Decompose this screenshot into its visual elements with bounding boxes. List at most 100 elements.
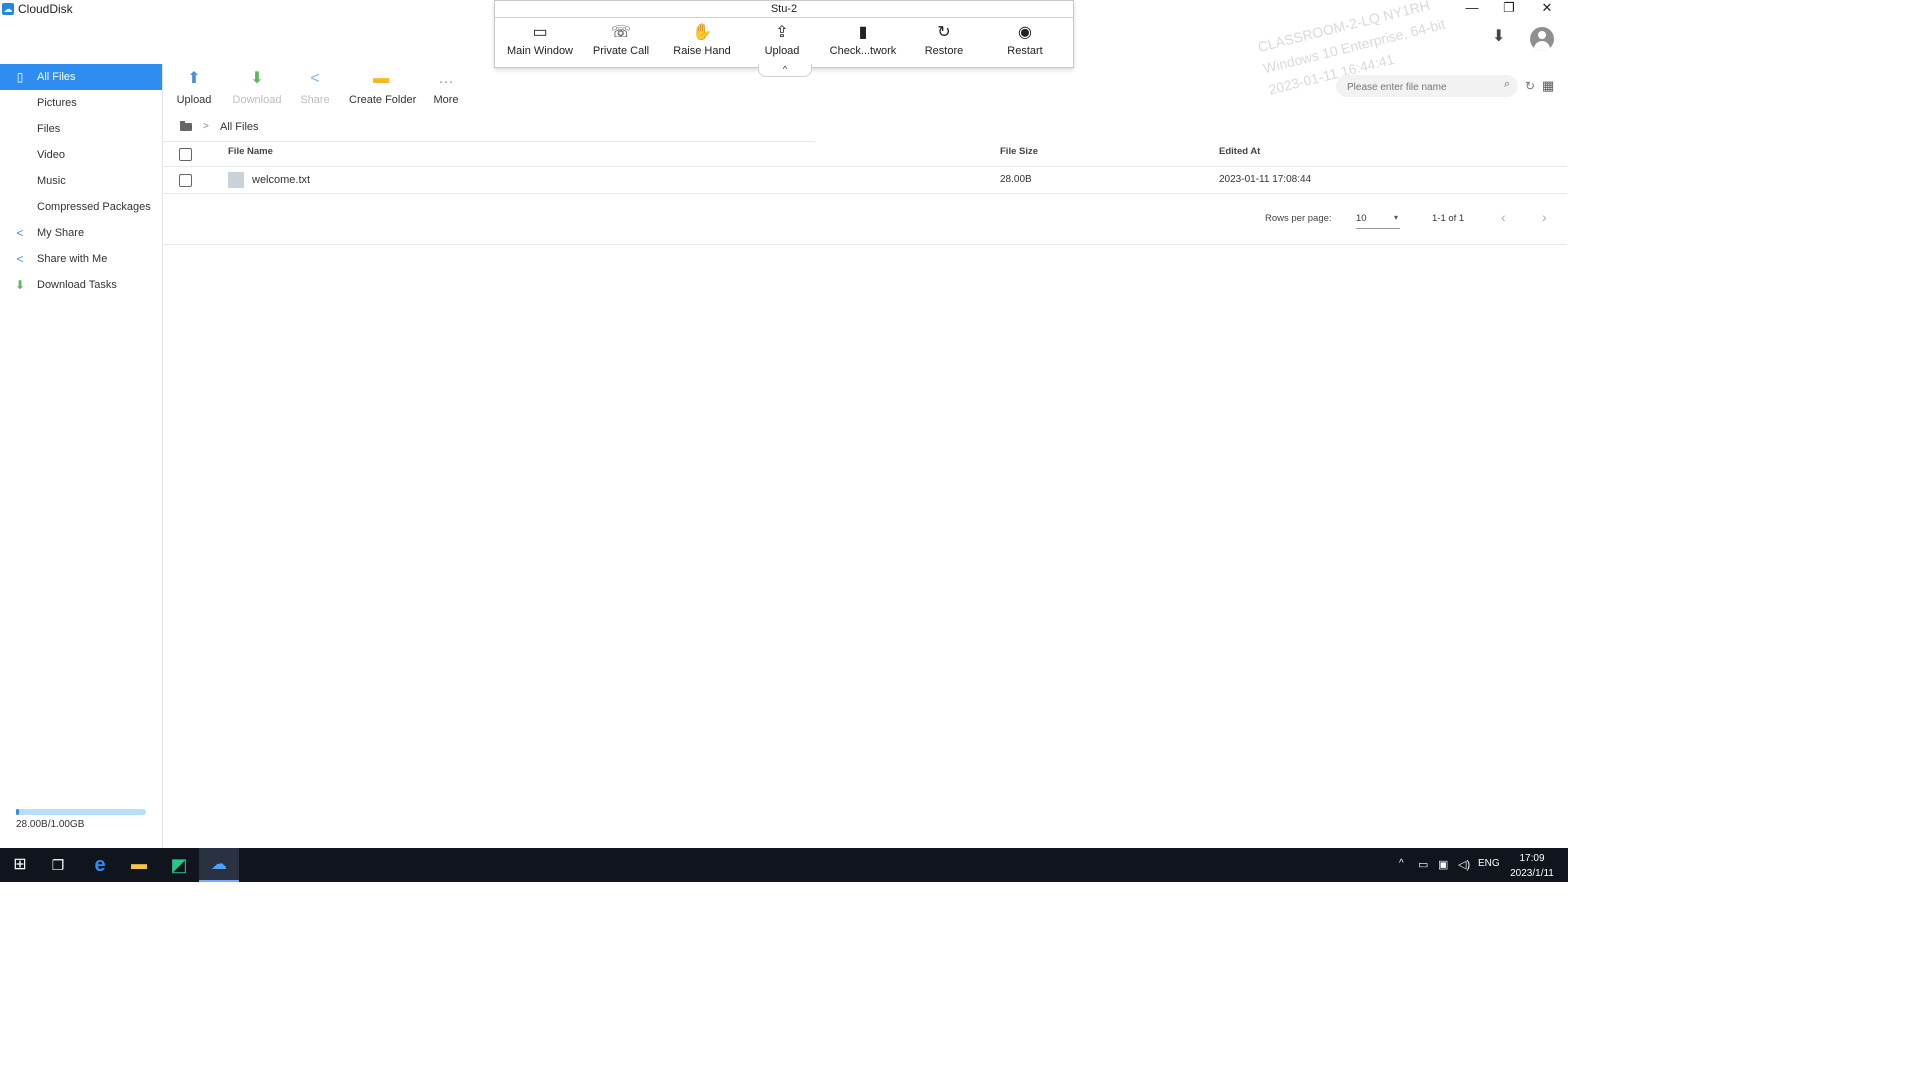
security-icon[interactable]: ▣ [1438, 858, 1448, 871]
table-row[interactable]: welcome.txt 28.00B 2023-01-11 17:08:44 [163, 167, 1567, 194]
more-dots-icon: … [438, 70, 454, 87]
sidebar-item-video[interactable]: Video [0, 142, 162, 168]
prev-page-button[interactable]: ‹ [1501, 209, 1506, 225]
main-window-button[interactable]: ▭ Main Window [500, 21, 580, 57]
sidebar-item-all-files[interactable]: ▯ All Files [0, 64, 162, 90]
window-icon: ▭ [532, 24, 548, 41]
hand-icon: ✋ [692, 24, 712, 41]
restart-label: Restart [1007, 45, 1043, 57]
sidebar-item-label: Pictures [37, 97, 77, 109]
remote-upload-button[interactable]: ⇪ Upload [742, 21, 822, 57]
document-icon: ▯ [16, 70, 24, 84]
restore-label: Restore [924, 45, 964, 57]
select-all-checkbox[interactable] [179, 148, 192, 161]
restore-button[interactable]: ❐ [1491, 0, 1527, 18]
private-call-label: Private Call [592, 45, 650, 57]
restore-session-button[interactable]: ↻ Restore [904, 21, 984, 57]
folder-icon: ▬ [373, 70, 389, 87]
network-icon[interactable]: ▭ [1418, 858, 1428, 871]
task-view-icon[interactable]: ❐ [38, 848, 78, 882]
search-input[interactable] [1345, 78, 1489, 96]
download-arrow-icon: ⬇ [14, 278, 26, 292]
volume-icon[interactable]: ◁) [1458, 858, 1470, 871]
edge-browser-icon[interactable]: e [80, 848, 120, 882]
close-button[interactable]: ✕ [1529, 0, 1565, 18]
file-name[interactable]: welcome.txt [252, 167, 310, 193]
grid-view-icon[interactable]: ▦ [1542, 78, 1554, 94]
restart-icon: ◉ [1018, 24, 1032, 41]
rows-per-page-label: Rows per page: [1265, 213, 1332, 224]
phone-icon: ☏ [610, 24, 631, 41]
column-header-size[interactable]: File Size [1000, 141, 1038, 163]
pagination: Rows per page: 10 ▾ 1-1 of 1 ‹ › [163, 194, 1567, 245]
download-arrow-icon: ⬇ [250, 70, 264, 87]
sidebar-item-label: Music [37, 175, 66, 187]
taskbar: ⊞ ❐ e ▬ ◩ ☁ ^ ▭ ▣ ◁) ENG 17:09 2023/1/11 [0, 848, 1568, 882]
next-page-button[interactable]: › [1542, 209, 1547, 225]
raise-hand-button[interactable]: ✋ Raise Hand [662, 21, 742, 57]
file-explorer-icon[interactable]: ▬ [119, 848, 159, 882]
share-icon: < [310, 70, 320, 87]
clock-time: 17:09 [1519, 853, 1545, 864]
column-header-edited[interactable]: Edited At [1219, 141, 1260, 163]
clouddisk-taskbar-icon[interactable]: ☁ [199, 848, 239, 882]
remote-control-toolbar: Stu-2 ▭ Main Window ☏ Private Call ✋ Rai… [494, 0, 1074, 68]
refresh-icon[interactable]: ↻ [1525, 79, 1535, 93]
minimize-button[interactable]: — [1454, 0, 1490, 18]
sidebar-item-music[interactable]: Music [0, 168, 162, 194]
check-network-label: Check...twork [829, 45, 897, 57]
private-call-button[interactable]: ☏ Private Call [581, 21, 661, 57]
restart-button[interactable]: ◉ Restart [985, 21, 1065, 57]
check-network-button[interactable]: ▮ Check...twork [823, 21, 903, 57]
avatar[interactable] [1530, 27, 1554, 51]
share-icon: < [16, 252, 24, 266]
upload-button[interactable]: ⬆ Upload [162, 68, 226, 106]
create-folder-label: Create Folder [349, 94, 417, 106]
folder-icon[interactable] [180, 121, 192, 131]
restore-icon: ↻ [937, 24, 951, 41]
sidebar-item-compressed-packages[interactable]: Compressed Packages [0, 194, 162, 220]
breadcrumb: > All Files [163, 114, 815, 142]
clock[interactable]: 17:09 2023/1/11 [1506, 851, 1558, 881]
download-manager-icon[interactable]: ⬇ [1492, 26, 1505, 46]
sidebar-item-label: All Files [37, 71, 76, 83]
file-icon [228, 172, 244, 188]
language-indicator[interactable]: ENG [1478, 858, 1500, 869]
clouddisk-logo-icon: ☁ [2, 3, 14, 15]
sidebar-item-download-tasks[interactable]: ⬇ Download Tasks [0, 272, 162, 298]
file-size: 28.00B [1000, 174, 1032, 185]
rows-per-page-value: 10 [1356, 213, 1367, 224]
breadcrumb-all-files[interactable]: All Files [220, 121, 259, 133]
remote-upload-label: Upload [764, 45, 800, 57]
chevron-down-icon: ▾ [1393, 213, 1398, 222]
sidebar-item-files[interactable]: Files [0, 116, 162, 142]
row-checkbox[interactable] [179, 174, 192, 187]
file-edited-at: 2023-01-11 17:08:44 [1219, 174, 1312, 185]
share-button[interactable]: < Share [283, 68, 347, 106]
classroom-app-icon[interactable]: ◩ [159, 848, 199, 882]
tray-chevron-icon[interactable]: ^ [1399, 858, 1404, 869]
create-folder-button[interactable]: ▬ Create Folder [349, 68, 417, 106]
upload-tray-icon: ⇪ [775, 24, 789, 41]
page-range: 1-1 of 1 [1432, 213, 1465, 224]
clock-date: 2023/1/11 [1510, 868, 1554, 879]
sidebar-item-pictures[interactable]: Pictures [0, 90, 162, 116]
sidebar-item-label: Share with Me [37, 253, 108, 265]
breadcrumb-separator: > [203, 121, 209, 132]
windows-start-icon[interactable]: ⊞ [0, 848, 40, 882]
upload-label: Upload [176, 94, 212, 106]
collapse-toolbar-tab[interactable]: ^ [758, 64, 812, 77]
more-button[interactable]: … More [414, 68, 478, 106]
search-icon[interactable]: ⌕ [1504, 78, 1510, 91]
download-button[interactable]: ⬇ Download [225, 68, 289, 106]
remote-toolbar-title: Stu-2 [495, 1, 1073, 18]
sidebar-item-my-share[interactable]: < My Share [0, 220, 162, 246]
storage-usage-bar [16, 809, 146, 815]
sidebar-item-label: Compressed Packages [37, 201, 151, 213]
rows-per-page-select[interactable]: 10 ▾ [1356, 210, 1400, 229]
sidebar-item-label: My Share [37, 227, 85, 239]
more-label: More [433, 94, 459, 106]
column-header-name[interactable]: File Name [228, 141, 273, 163]
sidebar-item-share-with-me[interactable]: < Share with Me [0, 246, 162, 272]
storage-usage-text: 28.00B/1.00GB [16, 819, 85, 830]
